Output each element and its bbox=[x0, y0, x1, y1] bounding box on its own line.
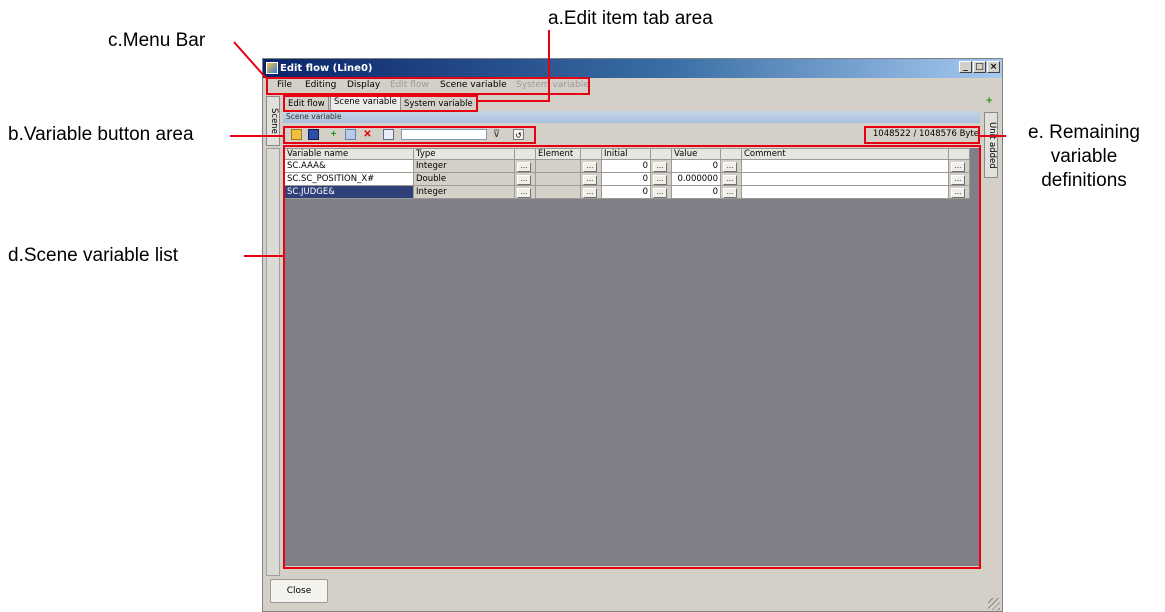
leader-scene-variable-list bbox=[244, 255, 284, 257]
leader-menu-bar bbox=[233, 41, 267, 79]
window-titlebar[interactable]: Edit flow (Line0) _ □ × bbox=[263, 59, 1002, 78]
add-unit-icon[interactable]: + bbox=[986, 96, 996, 107]
callout-edit-item-tab-area: a.Edit item tab area bbox=[548, 8, 713, 29]
window-title: Edit flow (Line0) bbox=[280, 63, 373, 74]
callout-remaining-line2: variable bbox=[1050, 146, 1118, 167]
close-button[interactable]: Close bbox=[270, 579, 328, 603]
side-tab-scene[interactable]: Scene bbox=[266, 96, 280, 146]
callout-variable-button-area: b.Variable button area bbox=[8, 124, 194, 145]
resize-grip-icon[interactable] bbox=[988, 598, 1000, 610]
left-panel-frame bbox=[266, 148, 280, 576]
highlight-edit-item-tab-area bbox=[283, 95, 478, 112]
highlight-menu-bar bbox=[266, 77, 590, 95]
scene-variable-groupbar: Scene variable bbox=[283, 111, 980, 123]
highlight-scene-variable-list bbox=[283, 145, 981, 569]
leader-edit-item-tab-h bbox=[478, 100, 550, 102]
side-tab-unit-added[interactable]: Unit added bbox=[984, 112, 998, 178]
highlight-variable-button-area bbox=[283, 126, 536, 144]
close-window-button[interactable]: × bbox=[987, 61, 1000, 73]
highlight-remaining-definitions bbox=[864, 126, 980, 144]
minimize-button[interactable]: _ bbox=[959, 61, 972, 73]
leader-variable-button bbox=[230, 135, 284, 137]
leader-edit-item-tab bbox=[548, 30, 550, 100]
maximize-button[interactable]: □ bbox=[973, 61, 986, 73]
callout-remaining-line3: definitions bbox=[1041, 170, 1127, 191]
callout-remaining-definitions: e. Remaining variable definitions bbox=[1008, 121, 1160, 193]
callout-remaining-line1: e. Remaining bbox=[1028, 122, 1140, 143]
leader-remaining bbox=[980, 135, 1006, 137]
callout-menu-bar: c.Menu Bar bbox=[108, 30, 206, 51]
callout-scene-variable-list: d.Scene variable list bbox=[8, 245, 179, 266]
